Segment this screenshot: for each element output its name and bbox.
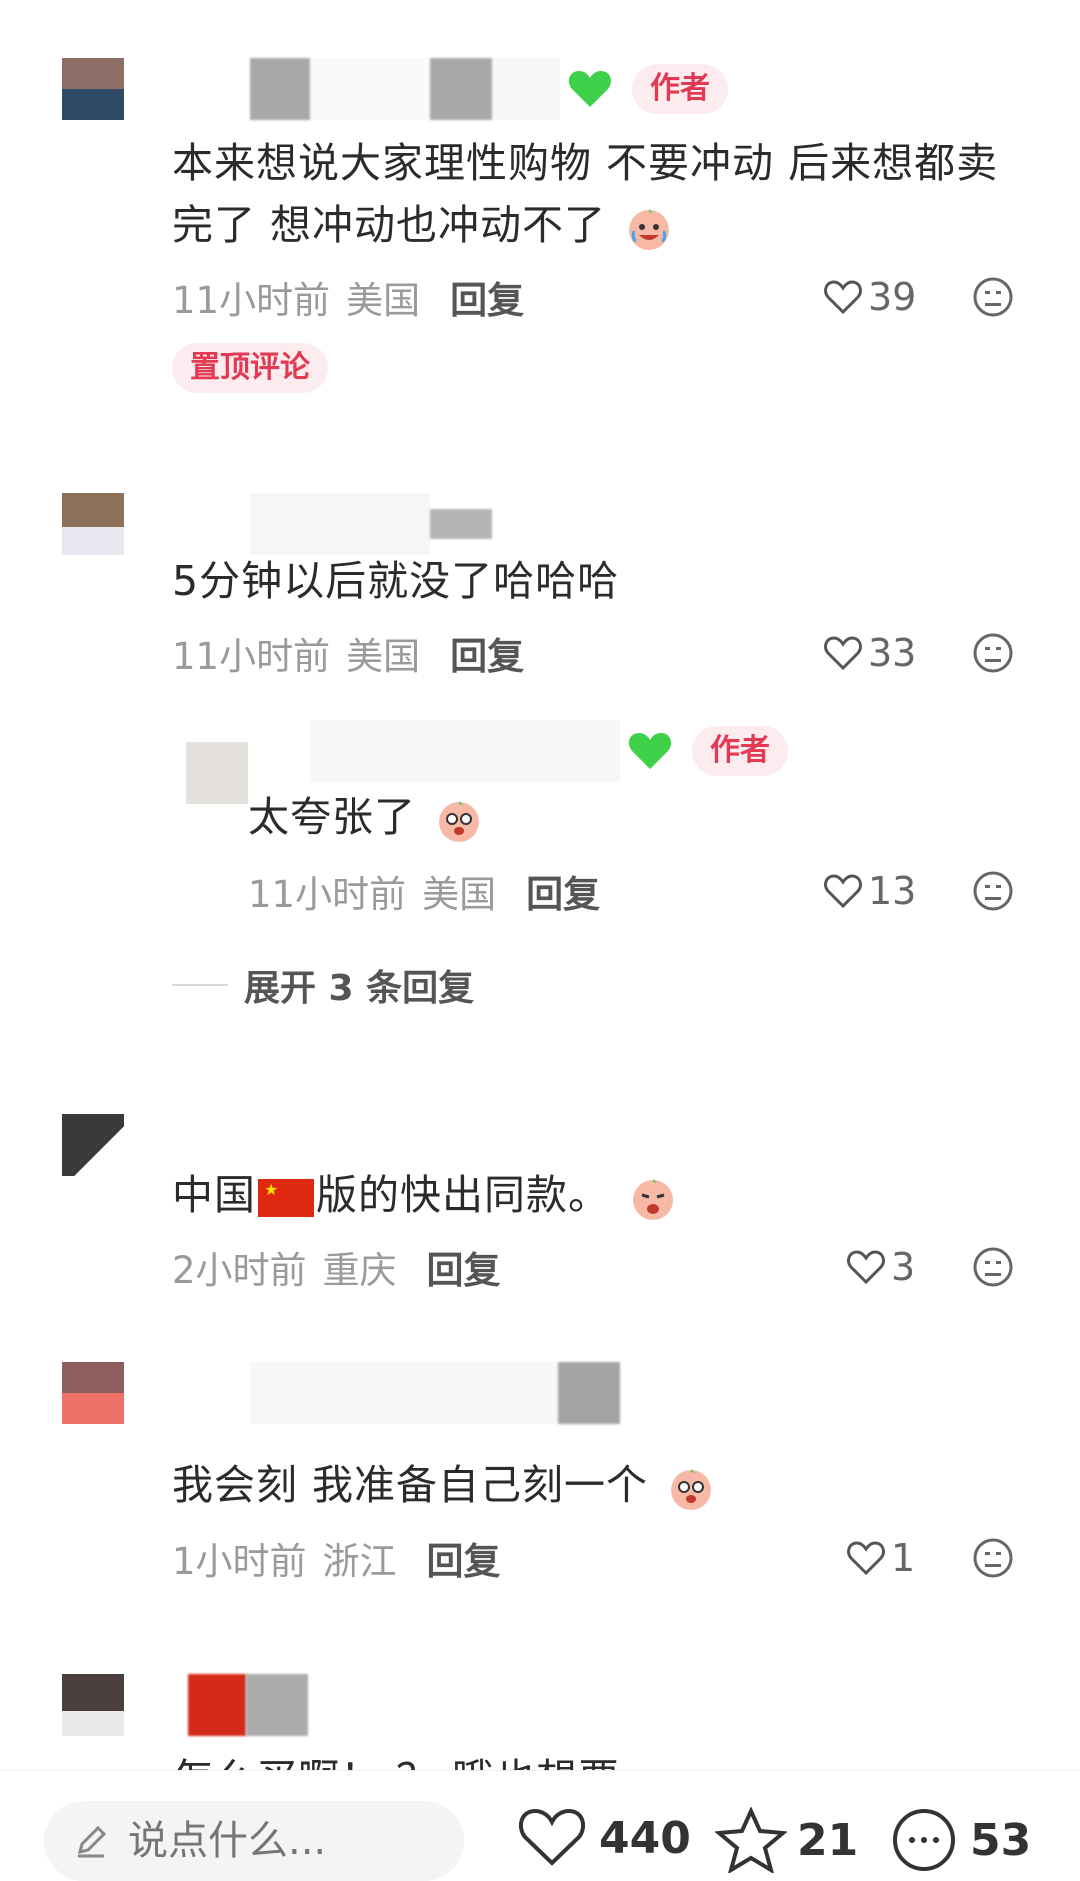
star-outline-icon <box>715 1807 787 1873</box>
username-blurred <box>310 58 430 120</box>
comment-text: 我会刻 我准备自己刻一个 <box>172 1454 992 1516</box>
reply-button[interactable]: 回复 <box>427 1531 501 1585</box>
location: 美国 <box>346 279 421 322</box>
avatar[interactable] <box>62 58 124 120</box>
like-button[interactable]: 39 <box>822 272 916 322</box>
reply-text: 太夸张了 <box>248 786 948 848</box>
username-blurred <box>250 1362 558 1424</box>
dislike-face-icon[interactable] <box>972 276 1014 318</box>
comment-meta: 11小时前 美国 回复 <box>172 628 524 678</box>
crying-laugh-emoji-icon <box>629 209 670 250</box>
avatar[interactable] <box>62 1674 124 1736</box>
username-blurred <box>250 58 310 120</box>
like-total: 440 <box>599 1812 691 1864</box>
shocked-emoji-icon <box>439 801 480 842</box>
heart-outline-icon <box>518 1808 586 1866</box>
dislike-face-icon[interactable] <box>972 1537 1014 1579</box>
like-count: 3 <box>891 1245 916 1289</box>
avatar[interactable] <box>62 1362 124 1424</box>
like-count: 13 <box>868 869 917 913</box>
reply-button[interactable]: 回复 <box>450 270 524 324</box>
like-button[interactable]: 1 <box>845 1533 915 1583</box>
like-count: 39 <box>868 275 917 319</box>
like-button[interactable]: 13 <box>822 866 916 916</box>
timestamp: 1小时前 <box>172 1540 307 1583</box>
username-row[interactable] <box>250 493 492 555</box>
location: 浙江 <box>322 1540 397 1583</box>
reply-username-row[interactable]: 作者 <box>310 720 788 782</box>
username-row[interactable] <box>250 1362 620 1424</box>
comment-text: 5分钟以后就没了哈哈哈 <box>172 557 620 605</box>
username-row[interactable]: 作者 <box>250 58 728 120</box>
username-blurred <box>188 1674 246 1736</box>
comment-input-box[interactable] <box>44 1801 464 1881</box>
comment-input[interactable] <box>126 1817 430 1865</box>
expand-replies-button[interactable]: 展开 3 条回复 <box>172 960 474 1010</box>
like-count: 1 <box>891 1536 916 1580</box>
comment-meta: 1小时前 浙江 回复 <box>172 1533 501 1583</box>
comment-total: 53 <box>970 1814 1032 1866</box>
comment-meta: 2小时前 重庆 回复 <box>172 1242 501 1292</box>
comment-text: 本来想说大家理性购物 不要冲动 后来想都卖完了 想冲动也冲动不了 <box>172 132 1012 256</box>
username-blurred <box>430 509 492 539</box>
timestamp: 11小时前 <box>172 279 331 322</box>
pencil-icon <box>77 1825 107 1858</box>
location: 重庆 <box>322 1249 397 1292</box>
pinned-comment-tag: 置顶评论 <box>172 343 328 393</box>
username-blurred <box>492 58 560 120</box>
username-blurred <box>430 58 492 120</box>
collect-stat-button[interactable]: 21 <box>715 1807 858 1873</box>
username-blurred <box>246 1674 308 1736</box>
dislike-face-icon[interactable] <box>972 632 1014 674</box>
location: 美国 <box>422 873 497 916</box>
divider <box>172 984 228 986</box>
china-flag-icon: ★ <box>258 1179 314 1217</box>
username-blurred <box>250 493 430 555</box>
username-blurred <box>310 720 620 782</box>
like-stat-button[interactable]: 440 <box>515 1807 691 1869</box>
location: 美国 <box>346 635 421 678</box>
dislike-face-icon[interactable] <box>972 870 1014 912</box>
reply-button[interactable]: 回复 <box>427 1240 501 1294</box>
green-heart-icon <box>568 71 612 107</box>
heart-outline-icon <box>847 1250 885 1285</box>
reply-button[interactable]: 回复 <box>526 864 600 918</box>
heart-outline-icon <box>824 280 862 315</box>
timestamp: 11小时前 <box>248 873 407 916</box>
reply-avatar[interactable] <box>186 742 248 804</box>
comment-text: 怎么买啊！ ？ 哦也想要 <box>172 1748 992 1770</box>
comment-stat-button[interactable]: 53 <box>888 1807 1031 1873</box>
reply-meta: 11小时前 美国 回复 <box>248 866 600 916</box>
reply-button[interactable]: 回复 <box>450 626 524 680</box>
username-blurred <box>558 1362 620 1424</box>
avatar[interactable] <box>62 1114 124 1176</box>
expand-label: 展开 3 条回复 <box>244 968 475 1009</box>
like-button[interactable]: 33 <box>822 628 916 678</box>
dislike-face-icon[interactable] <box>972 1246 1014 1288</box>
timestamp: 2小时前 <box>172 1249 307 1292</box>
green-heart-icon <box>628 733 672 769</box>
collect-total: 21 <box>797 1814 859 1866</box>
heart-outline-icon <box>824 874 862 909</box>
heart-outline-icon <box>847 1541 885 1576</box>
bottom-action-bar: 440 21 53 <box>0 1770 1080 1881</box>
author-tag: 作者 <box>692 726 788 776</box>
comment-meta: 11小时前 美国 回复 <box>172 272 524 322</box>
heart-outline-icon <box>824 636 862 671</box>
like-count: 33 <box>868 631 917 675</box>
author-tag: 作者 <box>632 64 728 114</box>
surprised-emoji-icon <box>633 1179 674 1220</box>
like-button[interactable]: 3 <box>845 1242 915 1292</box>
comment-text: 中国 ★ 版的快出同款。 <box>172 1164 992 1226</box>
timestamp: 11小时前 <box>172 635 331 678</box>
comment-bubble-icon <box>893 1809 955 1871</box>
username-row[interactable] <box>188 1674 308 1736</box>
avatar[interactable] <box>62 493 124 555</box>
shocked-emoji-icon <box>671 1469 712 1510</box>
